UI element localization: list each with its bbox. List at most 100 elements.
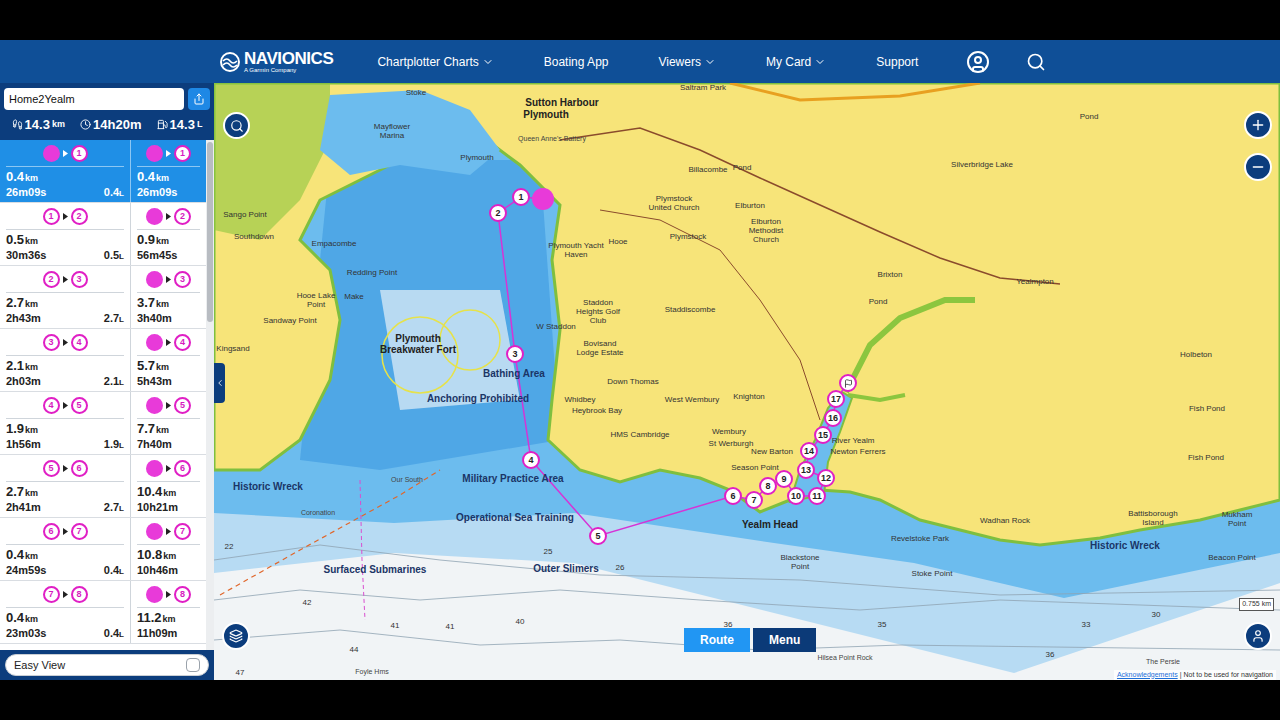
brand-logo[interactable]: NAVIONICSA Garmin Company bbox=[220, 50, 333, 73]
route-totals: 14.3km14h20m14.3L bbox=[4, 110, 210, 140]
leg-fuel: 2.7L bbox=[104, 311, 124, 326]
leg-row[interactable]: 232.7km2h43m2.7L33.7km3h40m bbox=[0, 266, 206, 329]
easy-view-toggle[interactable]: Easy View bbox=[5, 654, 209, 676]
route-waypoint[interactable]: 11 bbox=[808, 487, 826, 505]
cumulative-time: 7h40m bbox=[137, 437, 200, 451]
arrow-icon bbox=[63, 528, 68, 535]
route-waypoint[interactable]: 15 bbox=[814, 426, 832, 444]
depth-sounding: 26 bbox=[616, 562, 625, 574]
leg-time: 30m36s bbox=[6, 248, 46, 262]
map-label: Sango Point bbox=[223, 210, 267, 219]
cumulative-time: 11h09m bbox=[137, 626, 200, 640]
leg-time: 26m09s bbox=[6, 185, 46, 199]
map-label: Fish Pond bbox=[1189, 403, 1225, 415]
route-waypoint[interactable]: 14 bbox=[800, 442, 818, 460]
map-action-button[interactable]: Route bbox=[684, 628, 750, 652]
waypoint-badge: 3 bbox=[174, 271, 191, 288]
cumulative-distance: 0.4 bbox=[137, 169, 155, 185]
map-action-button[interactable]: Menu bbox=[753, 628, 816, 652]
waypoint-badge: 6 bbox=[174, 460, 191, 477]
route-waypoint[interactable]: 5 bbox=[589, 527, 607, 545]
waypoint-badge: 1 bbox=[43, 208, 60, 225]
waypoint-badge: 2 bbox=[174, 208, 191, 225]
leg-row[interactable]: 342.1km2h03m2.1L45.7km5h43m bbox=[0, 329, 206, 392]
cumulative-distance: 10.4 bbox=[137, 484, 162, 500]
waypoint-badge: 3 bbox=[43, 334, 60, 351]
map-label: Foyle Hms bbox=[355, 667, 388, 678]
depth-sounding: 25 bbox=[544, 546, 553, 558]
route-name-field[interactable]: Home2Yealm bbox=[4, 88, 184, 110]
menu-item[interactable]: Viewers bbox=[658, 53, 715, 71]
leg-row[interactable]: 10.4km26m09s0.4L10.4km26m09s bbox=[0, 140, 206, 203]
map-label: Plymouth Breakwater Fort bbox=[373, 333, 463, 355]
waypoint-badge: 1 bbox=[71, 145, 88, 162]
leg-cumulative: 811.2km11h09m bbox=[131, 581, 206, 643]
cumulative-time: 10h46m bbox=[137, 563, 200, 577]
chart-map[interactable]: 4241414026252247443635333036StokeSutton … bbox=[214, 83, 1280, 680]
cumulative-distance: 3.7 bbox=[137, 295, 155, 311]
leg-cumulative: 57.7km7h40m bbox=[131, 392, 206, 454]
route-waypoint[interactable]: 7 bbox=[745, 491, 763, 509]
leg-row[interactable]: 780.4km23m03s0.4L811.2km11h09m bbox=[0, 581, 206, 644]
start-dot-icon bbox=[146, 397, 163, 414]
leg-segment: 780.4km23m03s0.4L bbox=[0, 581, 131, 643]
route-waypoint[interactable]: 3 bbox=[506, 345, 524, 363]
zoom-in-button[interactable] bbox=[1244, 111, 1272, 139]
leg-row[interactable]: 451.9km1h56m1.9L57.7km7h40m bbox=[0, 392, 206, 455]
layers-button[interactable] bbox=[222, 622, 250, 650]
waypoint-badge: 5 bbox=[174, 397, 191, 414]
zoom-out-button[interactable] bbox=[1244, 153, 1272, 181]
share-button[interactable] bbox=[188, 88, 210, 110]
map-label: Empacombe bbox=[312, 238, 357, 250]
leg-row[interactable]: 120.5km30m36s0.5L20.9km56m45s bbox=[0, 203, 206, 266]
map-label: Southdown bbox=[234, 231, 274, 243]
menu-item[interactable]: Boating App bbox=[544, 53, 609, 71]
route-waypoint[interactable]: 9 bbox=[775, 470, 793, 488]
menu-item[interactable]: My Card bbox=[766, 53, 826, 71]
map-label: Down Thomas bbox=[607, 376, 658, 388]
route-waypoint[interactable]: 17 bbox=[827, 390, 845, 408]
search-icon[interactable] bbox=[1026, 52, 1046, 72]
route-waypoint[interactable]: 10 bbox=[787, 487, 805, 505]
route-waypoint[interactable]: 4 bbox=[522, 451, 540, 469]
waypoint-badge: 4 bbox=[71, 334, 88, 351]
map-label: Coronation bbox=[301, 508, 335, 519]
menu-item[interactable]: Chartplotter Charts bbox=[377, 53, 493, 71]
start-dot-icon bbox=[146, 208, 163, 225]
collapse-panel-tab[interactable] bbox=[214, 363, 225, 403]
leg-fuel: 0.4L bbox=[104, 563, 124, 578]
cumulative-distance: 0.9 bbox=[137, 232, 155, 248]
depth-sounding: 22 bbox=[225, 541, 234, 553]
route-waypoint[interactable]: 12 bbox=[817, 469, 835, 487]
arrow-icon bbox=[166, 465, 171, 472]
user-icon[interactable] bbox=[966, 50, 990, 74]
menu-item[interactable]: Support bbox=[876, 53, 918, 71]
map-search-button[interactable] bbox=[223, 112, 250, 139]
leg-distance: 2.1 bbox=[6, 358, 24, 374]
route-waypoint[interactable]: 13 bbox=[797, 461, 815, 479]
leg-fuel: 0.4L bbox=[104, 185, 124, 200]
route-end-marker[interactable] bbox=[839, 374, 857, 392]
route-waypoint[interactable]: 2 bbox=[489, 204, 507, 222]
waypoint-badge: 4 bbox=[43, 397, 60, 414]
map-label: Blackstone Point bbox=[772, 553, 828, 571]
leg-time: 2h03m bbox=[6, 374, 41, 388]
map-label: Hilsea Point Rock bbox=[817, 653, 872, 664]
route-waypoint[interactable]: 6 bbox=[724, 487, 742, 505]
route-waypoint[interactable]: 16 bbox=[824, 409, 842, 427]
leg-row[interactable]: 670.4km24m59s0.4L710.8km10h46m bbox=[0, 518, 206, 581]
arrow-icon bbox=[166, 591, 171, 598]
depth-sounding: 30 bbox=[1152, 609, 1161, 621]
leg-time: 2h41m bbox=[6, 500, 41, 514]
cumulative-time: 5h43m bbox=[137, 374, 200, 388]
easy-view-checkbox[interactable] bbox=[186, 658, 200, 672]
route-waypoint[interactable]: 1 bbox=[512, 188, 530, 206]
start-dot-icon bbox=[146, 271, 163, 288]
leg-row[interactable]: 562.7km2h41m2.7L610.4km10h21m bbox=[0, 455, 206, 518]
acknowledgements-link[interactable]: Acknowledgements bbox=[1117, 670, 1178, 681]
user-location-button[interactable] bbox=[1244, 622, 1272, 650]
scrollbar[interactable] bbox=[206, 140, 214, 651]
map-label: W Staddon bbox=[536, 321, 576, 333]
map-label: Anchoring Prohibited bbox=[427, 391, 529, 406]
route-start-dot[interactable] bbox=[532, 188, 554, 210]
